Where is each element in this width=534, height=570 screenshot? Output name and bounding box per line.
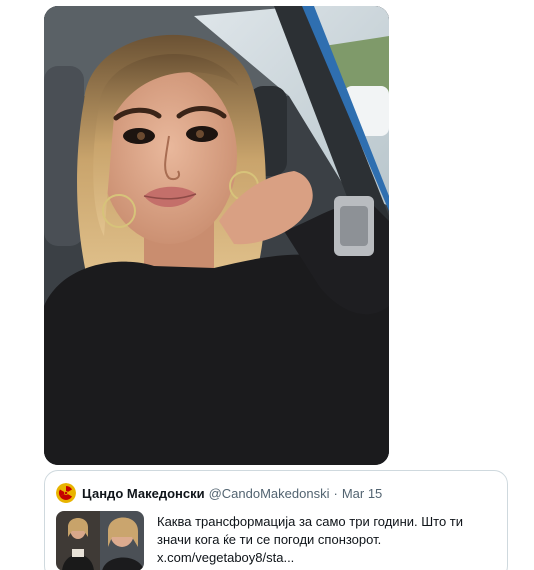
selfie-image: [44, 6, 389, 465]
quoted-tweet-text: Каква трансформација за само три години.…: [157, 513, 487, 567]
user-handle[interactable]: @CandoMakedonski: [209, 486, 330, 501]
quoted-tweet-card[interactable]: Цандо Македонски @CandoMakedonski · Mar …: [44, 470, 508, 570]
separator-dot: ·: [333, 485, 338, 501]
tweet-view: Цандо Македонски @CandoMakedonski · Mar …: [0, 0, 534, 570]
tweet-photo[interactable]: [44, 6, 389, 465]
before-after-image: [56, 511, 144, 570]
quoted-tweet-body: Каква трансформација за само три години.…: [157, 514, 464, 547]
quoted-tweet-link[interactable]: x.com/vegetaboy8/sta...: [157, 549, 487, 567]
tweet-date[interactable]: Mar 15: [342, 486, 382, 501]
display-name[interactable]: Цандо Македонски: [82, 486, 205, 501]
radiation-icon[interactable]: [56, 483, 76, 503]
quoted-tweet-thumbnail[interactable]: [56, 511, 144, 570]
quoted-tweet-header: Цандо Македонски @CandoMakedonski · Mar …: [56, 483, 382, 503]
